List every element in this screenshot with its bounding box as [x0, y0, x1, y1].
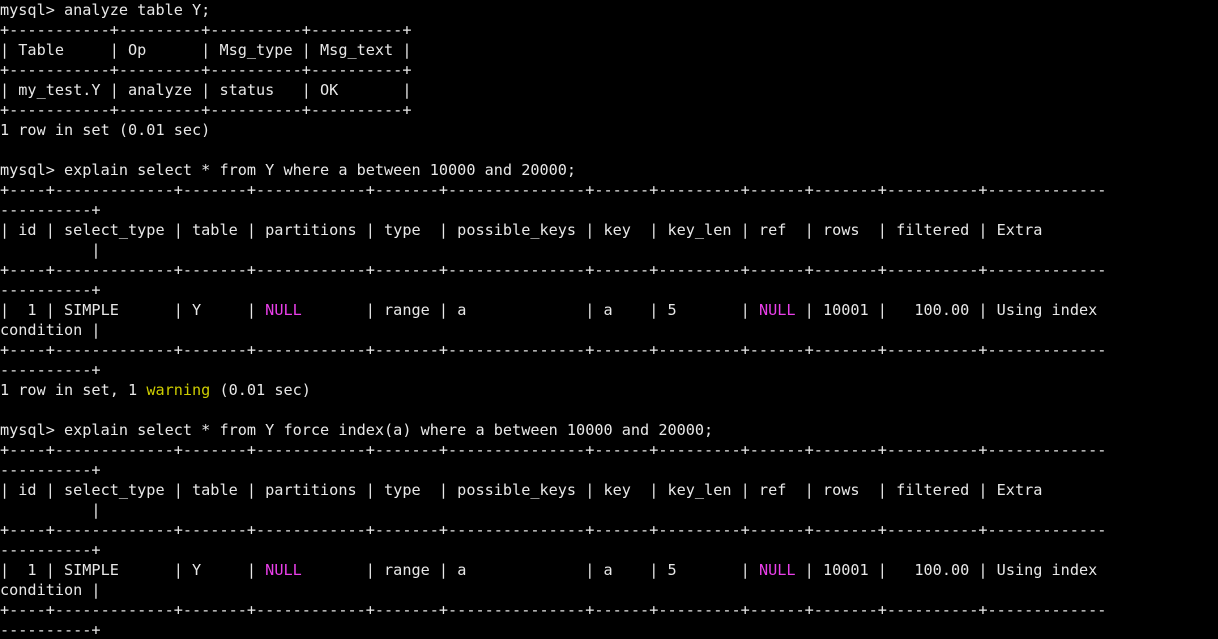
explain1-border-bottom: +----+-------------+-------+------------…: [0, 340, 1218, 360]
terminal-output-pane[interactable]: mysql> analyze table Y; +-----------+----…: [0, 0, 1218, 639]
explain1-border-bottom-seg-0: +----+-------------+-------+------------…: [0, 341, 1107, 359]
analyze-table-border-bottom-seg-0: +-----------+---------+----------+------…: [0, 101, 412, 119]
explain2-data-row-seg-2: | range | a | a | 5 |: [301, 561, 759, 579]
explain1-data-row: | 1 | SIMPLE | Y | NULL | range | a | a …: [0, 300, 1218, 320]
explain1-data-row-seg-1: NULL: [265, 301, 302, 319]
explain1-header: | id | select_type | table | partitions …: [0, 220, 1218, 240]
explain1-border-bottom-wrap-seg-0: ----------+: [0, 361, 101, 379]
command-analyze-table-seg-0: mysql> analyze table Y;: [0, 1, 211, 19]
explain2-border-top-seg-0: +----+-------------+-------+------------…: [0, 441, 1107, 459]
analyze-table-row: | my_test.Y | analyze | status | OK |: [0, 80, 1218, 100]
explain1-border-mid: +----+-------------+-------+------------…: [0, 260, 1218, 280]
explain1-border-top-wrap-seg-0: ----------+: [0, 201, 101, 219]
command-explain-2: mysql> explain select * from Y force ind…: [0, 420, 1218, 440]
explain2-border-top-wrap-seg-0: ----------+: [0, 461, 101, 479]
explain2-border-bottom-wrap-seg-0: ----------+: [0, 621, 101, 639]
explain2-data-row-wrap-seg-0: condition |: [0, 581, 101, 599]
explain1-data-row-seg-3: NULL: [758, 301, 796, 319]
explain1-data-row-seg-2: | range | a | a | 5 |: [301, 301, 759, 319]
explain1-border-top-seg-0: +----+-------------+-------+------------…: [0, 181, 1107, 199]
explain1-border-top: +----+-------------+-------+------------…: [0, 180, 1218, 200]
analyze-table-border-top-seg-0: +-----------+---------+----------+------…: [0, 21, 412, 39]
explain2-header-wrap-seg-0: |: [0, 501, 101, 519]
explain2-border-top-wrap: ----------+: [0, 460, 1218, 480]
analyze-status-line-seg-0: 1 row in set (0.01 sec): [0, 121, 211, 139]
analyze-table-header: | Table | Op | Msg_type | Msg_text |: [0, 40, 1218, 60]
explain2-header-wrap: |: [0, 500, 1218, 520]
explain2-data-row-seg-1: NULL: [265, 561, 302, 579]
explain1-status-line: 1 row in set, 1 warning (0.01 sec): [0, 380, 1218, 400]
explain1-status-line-seg-2: (0.01 sec): [210, 381, 311, 399]
explain2-border-bottom: +----+-------------+-------+------------…: [0, 600, 1218, 620]
explain1-border-mid-wrap-seg-0: ----------+: [0, 281, 101, 299]
analyze-table-border-top: +-----------+---------+----------+------…: [0, 20, 1218, 40]
explain2-border-mid-seg-0: +----+-------------+-------+------------…: [0, 521, 1107, 539]
explain2-data-row-seg-0: | 1 | SIMPLE | Y |: [0, 561, 266, 579]
analyze-table-row-seg-0: | my_test.Y | analyze | status | OK |: [0, 81, 412, 99]
explain1-border-top-wrap: ----------+: [0, 200, 1218, 220]
explain1-data-row-wrap-seg-0: condition |: [0, 321, 101, 339]
explain2-border-bottom-seg-0: +----+-------------+-------+------------…: [0, 601, 1107, 619]
explain1-border-mid-wrap: ----------+: [0, 280, 1218, 300]
explain1-status-line-seg-0: 1 row in set, 1: [0, 381, 147, 399]
explain2-header-seg-0: | id | select_type | table | partitions …: [0, 481, 1107, 499]
explain1-data-row-seg-4: | 10001 | 100.00 | Using index: [795, 301, 1107, 319]
explain1-header-wrap: |: [0, 240, 1218, 260]
explain2-data-row-wrap: condition |: [0, 580, 1218, 600]
explain1-header-wrap-seg-0: |: [0, 241, 101, 259]
explain2-data-row: | 1 | SIMPLE | Y | NULL | range | a | a …: [0, 560, 1218, 580]
explain2-header: | id | select_type | table | partitions …: [0, 480, 1218, 500]
explain1-status-line-seg-1: warning: [146, 381, 211, 399]
analyze-table-border-mid: +-----------+---------+----------+------…: [0, 60, 1218, 80]
explain2-border-mid: +----+-------------+-------+------------…: [0, 520, 1218, 540]
command-analyze-table: mysql> analyze table Y;: [0, 0, 1218, 20]
command-explain-1-seg-0: mysql> explain select * from Y where a b…: [0, 161, 577, 179]
explain2-border-top: +----+-------------+-------+------------…: [0, 440, 1218, 460]
explain2-data-row-seg-4: | 10001 | 100.00 | Using index: [795, 561, 1107, 579]
explain2-border-bottom-wrap: ----------+: [0, 620, 1218, 639]
explain1-header-seg-0: | id | select_type | table | partitions …: [0, 221, 1107, 239]
explain1-data-row-seg-0: | 1 | SIMPLE | Y |: [0, 301, 266, 319]
explain2-border-mid-wrap-seg-0: ----------+: [0, 541, 101, 559]
analyze-table-header-seg-0: | Table | Op | Msg_type | Msg_text |: [0, 41, 412, 59]
explain1-border-mid-seg-0: +----+-------------+-------+------------…: [0, 261, 1107, 279]
explain2-border-mid-wrap: ----------+: [0, 540, 1218, 560]
analyze-table-border-mid-seg-0: +-----------+---------+----------+------…: [0, 61, 412, 79]
analyze-status-line: 1 row in set (0.01 sec): [0, 120, 1218, 140]
explain2-data-row-seg-3: NULL: [758, 561, 796, 579]
command-explain-1: mysql> explain select * from Y where a b…: [0, 160, 1218, 180]
explain1-border-bottom-wrap: ----------+: [0, 360, 1218, 380]
explain1-data-row-wrap: condition |: [0, 320, 1218, 340]
analyze-table-border-bottom: +-----------+---------+----------+------…: [0, 100, 1218, 120]
command-explain-2-seg-0: mysql> explain select * from Y force ind…: [0, 421, 714, 439]
